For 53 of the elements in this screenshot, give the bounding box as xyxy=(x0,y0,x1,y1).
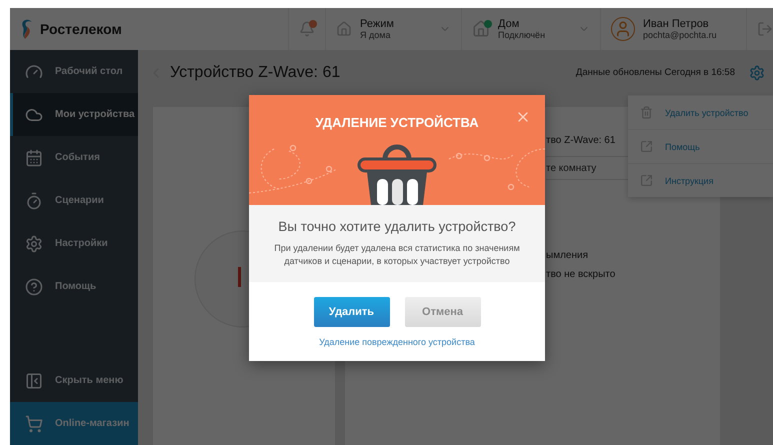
home-icon xyxy=(336,21,352,37)
collapse-icon xyxy=(25,372,43,390)
sidebar-item-label: Мои устройства xyxy=(55,109,135,120)
user-name: Иван Петров xyxy=(643,18,710,30)
damaged-device-link[interactable]: Удаление поврежденного устройства xyxy=(319,337,475,348)
sidebar-item[interactable]: Помощь xyxy=(10,265,138,308)
cart-icon xyxy=(25,414,43,432)
sidebar-item-label: Рабочий стол xyxy=(55,66,123,77)
logout-icon[interactable] xyxy=(757,21,773,37)
external-link-icon xyxy=(640,174,653,187)
dialog-title: УДАЛЕНИЕ УСТРОЙСТВА xyxy=(315,115,479,130)
settings-icon[interactable] xyxy=(749,64,765,80)
cancel-button[interactable]: Отмена xyxy=(404,297,480,328)
bell-icon[interactable] xyxy=(299,21,315,37)
page-title: Устройство Z-Wave: 61 xyxy=(170,64,340,82)
shop-item[interactable]: Online-магазин xyxy=(10,402,138,445)
mode-value: Я дома xyxy=(360,30,392,40)
dialog-description: При удалении будет удалена вся статистика по значениям датчиков и сценарии, в которых участвует устройство xyxy=(273,242,521,268)
mode-label: Режим xyxy=(360,18,394,30)
device-name: тво Z-Wave: 61 xyxy=(546,135,616,146)
user-avatar-icon[interactable] xyxy=(611,17,635,41)
status-text: тво не вскрыто xyxy=(546,269,616,280)
dialog-question: Вы точно хотите удалить устройство? xyxy=(278,219,516,234)
updated-text: Данные обновлены Сегодня в 16:58 xyxy=(576,67,735,78)
sidebar-item-label: Настройки xyxy=(55,238,108,249)
sidebar-item-label: Сценарии xyxy=(55,195,104,206)
logo-icon xyxy=(20,18,34,40)
help-icon xyxy=(25,278,43,296)
menu-item-label: Удалить устройство xyxy=(665,108,748,118)
dashboard-icon xyxy=(25,62,43,80)
trash-icon xyxy=(640,106,653,119)
delete-button[interactable]: Удалить xyxy=(314,297,390,328)
user-email: pochta@pochta.ru xyxy=(643,30,717,40)
scenarios-icon xyxy=(25,192,43,210)
home-status: Подключён xyxy=(498,30,546,40)
shop-label: Online-магазин xyxy=(55,418,130,429)
events-icon xyxy=(25,148,43,166)
home-label: Дом xyxy=(498,18,520,30)
menu-item-label: Помощь xyxy=(665,142,700,152)
sidebar-item[interactable]: Сценарии xyxy=(10,179,138,222)
sidebar-item[interactable]: События xyxy=(10,136,138,179)
sidebar-item-label: События xyxy=(55,152,100,163)
external-link-icon xyxy=(640,140,653,153)
hide-menu-label: Скрыть меню xyxy=(55,375,124,386)
sidebar-item[interactable]: Настройки xyxy=(10,222,138,265)
sidebar-item-label: Помощь xyxy=(55,281,96,292)
sidebar-item[interactable]: Мои устройства xyxy=(10,93,138,136)
logo-text: Ростелеком xyxy=(40,21,122,37)
hide-menu-item[interactable]: Скрыть меню xyxy=(10,359,138,402)
settings-icon xyxy=(25,234,43,252)
home-icon xyxy=(472,20,490,38)
status-text: ымления xyxy=(546,250,589,261)
sidebar-item[interactable]: Рабочий стол xyxy=(10,50,138,93)
